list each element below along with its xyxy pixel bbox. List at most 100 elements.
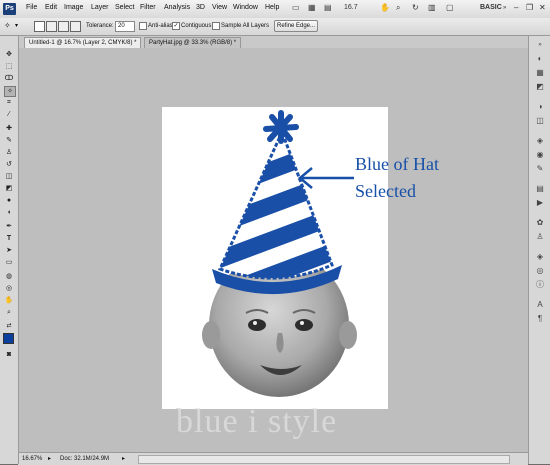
zoom-tool-icon[interactable]: ⌕ — [396, 3, 400, 13]
clone-stamp-icon[interactable]: ♙ — [4, 148, 14, 157]
contiguous-label: Contiguous — [181, 23, 212, 29]
clone-source-panel-icon[interactable]: ♙ — [535, 232, 545, 242]
tolerance-label: Tolerance: — [86, 23, 114, 29]
menu-layer[interactable]: Layer — [91, 4, 109, 11]
anti-alias-label: Anti-alias — [148, 23, 173, 29]
masks-panel-icon[interactable]: ◫ — [535, 116, 545, 126]
character-panel-icon[interactable]: A — [535, 300, 545, 310]
annotation-line-2: Selected — [355, 181, 416, 201]
quick-mask-icon[interactable]: ◙ — [4, 350, 14, 359]
close-icon[interactable]: ✕ — [539, 3, 546, 12]
paragraph-panel-icon[interactable]: ¶ — [535, 314, 545, 324]
3d-orbit-icon[interactable]: ◎ — [4, 284, 14, 293]
status-menu-icon[interactable]: ▸ — [122, 453, 125, 465]
contiguous-checkbox[interactable]: ✓ — [172, 22, 180, 30]
info-panel-icon[interactable]: ⓘ — [535, 280, 545, 290]
move-tool-icon[interactable]: ✥ — [4, 50, 14, 59]
3d-panel-icon[interactable]: ◈ — [535, 252, 545, 262]
screen-mode-icon[interactable]: ▢ — [446, 3, 454, 12]
options-bar: ✧ ▾ Tolerance: 20 Anti-alias ✓ Contiguou… — [0, 18, 550, 36]
swap-colors-icon[interactable]: ⇄ — [4, 322, 14, 331]
menu-window[interactable]: Window — [233, 4, 258, 11]
eraser-tool-icon[interactable]: ◫ — [4, 172, 14, 181]
sample-all-layers-label: Sample All Layers — [221, 23, 270, 29]
rotate-view-icon[interactable]: ↻ — [412, 3, 419, 12]
menu-3d[interactable]: 3D — [196, 4, 205, 11]
zoom-tool-icon[interactable]: ⌕ — [4, 308, 14, 317]
tolerance-input[interactable]: 20 — [115, 21, 135, 32]
horizontal-scrollbar[interactable] — [138, 455, 510, 464]
menu-view[interactable]: View — [212, 4, 227, 11]
brushes-panel-icon[interactable]: ✿ — [535, 218, 545, 228]
eyedropper-tool-icon[interactable]: ⁄ — [4, 110, 14, 119]
hand-tool-icon[interactable]: ✋ — [380, 3, 390, 12]
refine-edge-button[interactable]: Refine Edge... — [274, 20, 318, 32]
tab-partyhat[interactable]: PartyHat.jpg @ 33.3% (RGB/8) * — [144, 37, 242, 48]
add-to-selection-icon[interactable] — [46, 21, 57, 32]
shape-tool-icon[interactable]: ▭ — [4, 258, 14, 267]
pen-tool-icon[interactable]: ✒ — [4, 222, 14, 231]
restore-icon[interactable]: ❐ — [526, 3, 533, 12]
minimize-icon[interactable]: – — [514, 3, 518, 12]
lasso-tool-icon[interactable]: ↀ — [4, 74, 14, 83]
adjustments-panel-icon[interactable]: ◑ — [535, 102, 545, 112]
zoom-level[interactable]: 16.7 — [344, 4, 358, 11]
chevron-down-icon[interactable]: ▾ — [15, 22, 18, 29]
navigator-panel-icon[interactable]: ◎ — [535, 266, 545, 276]
menu-edit[interactable]: Edit — [45, 4, 57, 11]
channels-panel-icon[interactable]: ◉ — [535, 150, 545, 160]
intersect-selection-icon[interactable] — [70, 21, 81, 32]
type-tool-icon[interactable]: T — [4, 234, 14, 243]
status-expand-icon[interactable]: ▸ — [48, 453, 51, 465]
workspace-switcher[interactable]: BASIC — [480, 4, 502, 11]
arrange-documents-icon[interactable]: ▥ — [428, 3, 436, 12]
watermark: blue i style — [176, 403, 338, 440]
layers-panel-icon[interactable]: ◈ — [535, 136, 545, 146]
hand-tool-icon[interactable]: ✋ — [4, 296, 14, 305]
collapse-panels-icon[interactable]: » — [535, 40, 545, 50]
dodge-tool-icon[interactable]: ◖ — [4, 208, 14, 217]
brush-tool-icon[interactable]: ✎ — [4, 136, 14, 145]
menu-filter[interactable]: Filter — [140, 4, 156, 11]
menu-analysis[interactable]: Analysis — [164, 4, 190, 11]
guides-icon[interactable]: ▤ — [324, 3, 332, 12]
color-panel-icon[interactable]: ◐ — [535, 54, 545, 64]
panel-dock: » ◐ ▦ ◩ ◑ ◫ ◈ ◉ ✎ ▤ ▶ ✿ ♙ ◈ ◎ ⓘ A ¶ — [528, 36, 550, 464]
anti-alias-checkbox[interactable] — [139, 22, 147, 30]
photoshop-logo: Ps — [3, 3, 16, 15]
foreground-color-swatch[interactable] — [3, 333, 14, 344]
chevron-double-icon[interactable]: » — [503, 5, 506, 11]
path-selection-icon[interactable]: ➤ — [4, 246, 14, 255]
status-zoom[interactable]: 16.67% — [22, 453, 42, 465]
blur-tool-icon[interactable]: ● — [4, 196, 14, 205]
menu-select[interactable]: Select — [115, 4, 134, 11]
healing-brush-icon[interactable]: ✚ — [4, 124, 14, 133]
history-panel-icon[interactable]: ▤ — [535, 184, 545, 194]
history-brush-icon[interactable]: ↺ — [4, 160, 14, 169]
annotation-arrow — [298, 167, 354, 189]
tab-untitled-1[interactable]: Untitled-1 @ 16.7% (Layer 2, CMYK/8) * — [24, 37, 142, 48]
sample-all-layers-checkbox[interactable] — [212, 22, 220, 30]
swatches-panel-icon[interactable]: ▦ — [535, 68, 545, 78]
paint-bucket-icon[interactable]: ◩ — [4, 184, 14, 193]
magic-wand-tool-icon[interactable]: ✧ — [4, 21, 11, 30]
subtract-selection-icon[interactable] — [58, 21, 69, 32]
menu-file[interactable]: File — [26, 4, 37, 11]
tools-panel: ✥ ⬚ ↀ ✧ ⌗ ⁄ ✚ ✎ ♙ ↺ ◫ ◩ ● ◖ ✒ T ➤ ▭ ◍ ◎ … — [0, 36, 19, 464]
magic-wand-tool-icon[interactable]: ✧ — [4, 86, 16, 97]
marquee-tool-icon[interactable]: ⬚ — [4, 62, 14, 71]
document-canvas[interactable] — [162, 107, 388, 409]
actions-panel-icon[interactable]: ▶ — [535, 198, 545, 208]
bridge-icon[interactable]: ▭ — [292, 3, 300, 12]
annotation-line-1: Blue of Hat — [355, 154, 439, 174]
paths-panel-icon[interactable]: ✎ — [535, 164, 545, 174]
crop-tool-icon[interactable]: ⌗ — [4, 98, 14, 107]
3d-rotate-icon[interactable]: ◍ — [4, 272, 14, 281]
status-bar: 16.67% ▸ Doc: 32.1M/24.9M ▸ — [18, 452, 528, 465]
menu-bar: Ps File Edit Image Layer Select Filter A… — [0, 0, 550, 19]
menu-image[interactable]: Image — [64, 4, 83, 11]
styles-panel-icon[interactable]: ◩ — [535, 82, 545, 92]
new-selection-icon[interactable] — [34, 21, 45, 32]
mini-bridge-icon[interactable]: ▦ — [308, 3, 316, 12]
menu-help[interactable]: Help — [265, 4, 279, 11]
